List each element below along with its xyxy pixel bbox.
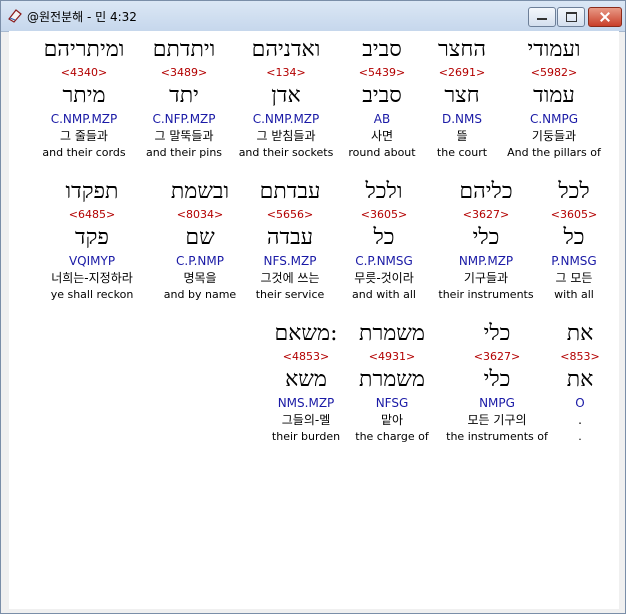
korean-gloss: 사면	[370, 129, 394, 143]
parsing-code: C.P.NMSG	[355, 254, 413, 268]
parsing-code: C.NMP.MZP	[252, 112, 320, 126]
english-gloss: and their pins	[145, 146, 223, 159]
hebrew-root: שם	[185, 225, 215, 250]
app-window: @원전분해 - 민 4:32 ועמודי <5982> עמוד C.NMPG…	[0, 0, 626, 614]
parsing-code: NMS.MZP	[277, 396, 335, 410]
hebrew-word: כליהם	[459, 179, 513, 204]
hebrew-root: כל	[373, 225, 395, 250]
hebrew-word: סביב	[362, 37, 402, 62]
word-cell[interactable]: סביב <5439> סביב AB 사면 round about	[327, 35, 437, 161]
interlinear-panel: ועמודי <5982> עמוד C.NMPG 기둥들과 And the p…	[9, 31, 619, 609]
english-gloss: and by name	[163, 288, 237, 301]
title-bar[interactable]: @원전분해 - 민 4:32	[1, 1, 625, 32]
parsing-code: NMPG	[479, 396, 515, 410]
strong-number[interactable]: <3627>	[431, 207, 541, 223]
bible-book-icon	[8, 9, 22, 23]
parsing-code: NMP.MZP	[458, 254, 514, 268]
word-cell[interactable]: ולכל <3605> כל C.P.NMSG 무릇-것이라 and with …	[329, 177, 439, 303]
korean-gloss: 그 줄들과	[60, 129, 108, 143]
korean-gloss: 모든 기구의	[467, 413, 527, 427]
english-gloss: the instruments of	[446, 430, 548, 443]
strong-number[interactable]: <4853>	[251, 349, 361, 365]
minimize-button[interactable]	[528, 7, 556, 27]
english-gloss: and their cords	[42, 146, 126, 159]
word-cell[interactable]: משאם: <4853> משא NMS.MZP 그들의-멜 their bur…	[251, 319, 361, 445]
hebrew-root: פקד	[75, 225, 109, 250]
window-title: @원전분해 - 민 4:32	[27, 10, 137, 24]
strong-number[interactable]: <8034>	[145, 207, 255, 223]
hebrew-word: ויתדתם	[152, 37, 216, 62]
strong-number[interactable]: <5439>	[327, 65, 437, 81]
strong-number[interactable]: <6485>	[37, 207, 147, 223]
strong-number[interactable]: <134>	[231, 65, 341, 81]
strong-number[interactable]: <3627>	[437, 349, 557, 365]
close-button[interactable]	[588, 7, 622, 27]
parsing-code: AB	[373, 112, 391, 126]
hebrew-word: משאם:	[274, 321, 338, 346]
korean-gloss: 그 받침들과	[256, 129, 316, 143]
korean-gloss: 너희는-지정하라	[51, 271, 133, 285]
hebrew-word: ולכל	[365, 179, 403, 204]
hebrew-root: אדן	[271, 83, 301, 108]
word-cell[interactable]: ויתדתם <3489> יתד C.NFP.MZP 그 말뚝들과 and t…	[129, 35, 239, 161]
hebrew-root: יתד	[169, 83, 199, 108]
english-gloss: and their sockets	[238, 146, 334, 159]
english-gloss: their instruments	[438, 288, 534, 301]
strong-number[interactable]: <3489>	[129, 65, 239, 81]
english-gloss: their burden	[271, 430, 341, 443]
hebrew-root: מיתר	[62, 83, 106, 108]
english-gloss: round about	[348, 146, 416, 159]
parsing-code: C.NFP.MZP	[152, 112, 216, 126]
maximize-icon	[566, 12, 577, 22]
hebrew-root: כלי	[472, 225, 500, 250]
english-gloss: and with all	[352, 288, 416, 301]
maximize-button[interactable]	[557, 7, 585, 27]
minimize-icon	[537, 18, 547, 20]
hebrew-word: כלי	[483, 321, 511, 346]
word-cell[interactable]: כלי <3627> כלי NMPG 모든 기구의 the instrumen…	[437, 319, 557, 445]
hebrew-word: ומיתריהם	[43, 37, 125, 62]
korean-gloss: 무릇-것이라	[354, 271, 414, 285]
word-cell[interactable]: ובשמת <8034> שם C.P.NMP 명목을 and by name	[145, 177, 255, 303]
english-gloss: ye shall reckon	[50, 288, 134, 301]
korean-gloss: 그들의-멜	[281, 413, 331, 427]
hebrew-root: סביב	[362, 83, 402, 108]
word-cell[interactable]: ואדניהם <134> אדן C.NMP.MZP 그 받침들과 and t…	[231, 35, 341, 161]
strong-number[interactable]: <3605>	[329, 207, 439, 223]
parsing-code: C.P.NMP	[176, 254, 224, 268]
hebrew-word: ואדניהם	[251, 37, 321, 62]
korean-gloss: 기구들과	[463, 271, 509, 285]
hebrew-word: תפקדו	[65, 179, 119, 204]
parsing-code: VQIMYP	[68, 254, 116, 268]
hebrew-root: כלי	[483, 367, 511, 392]
korean-gloss: 명목을	[183, 271, 217, 285]
korean-gloss: 그 말뚝들과	[154, 129, 214, 143]
word-cell[interactable]: ומיתריהם <4340> מיתר C.NMP.MZP 그 줄들과 and…	[29, 35, 139, 161]
hebrew-word: ובשמת	[170, 179, 230, 204]
word-cell[interactable]: כליהם <3627> כלי NMP.MZP 기구들과 their inst…	[431, 177, 541, 303]
word-cell[interactable]: תפקדו <6485> פקד VQIMYP 너희는-지정하라 ye shal…	[37, 177, 147, 303]
strong-number[interactable]: <4340>	[29, 65, 139, 81]
parsing-code: C.NMP.MZP	[50, 112, 118, 126]
hebrew-root: משא	[285, 367, 327, 392]
